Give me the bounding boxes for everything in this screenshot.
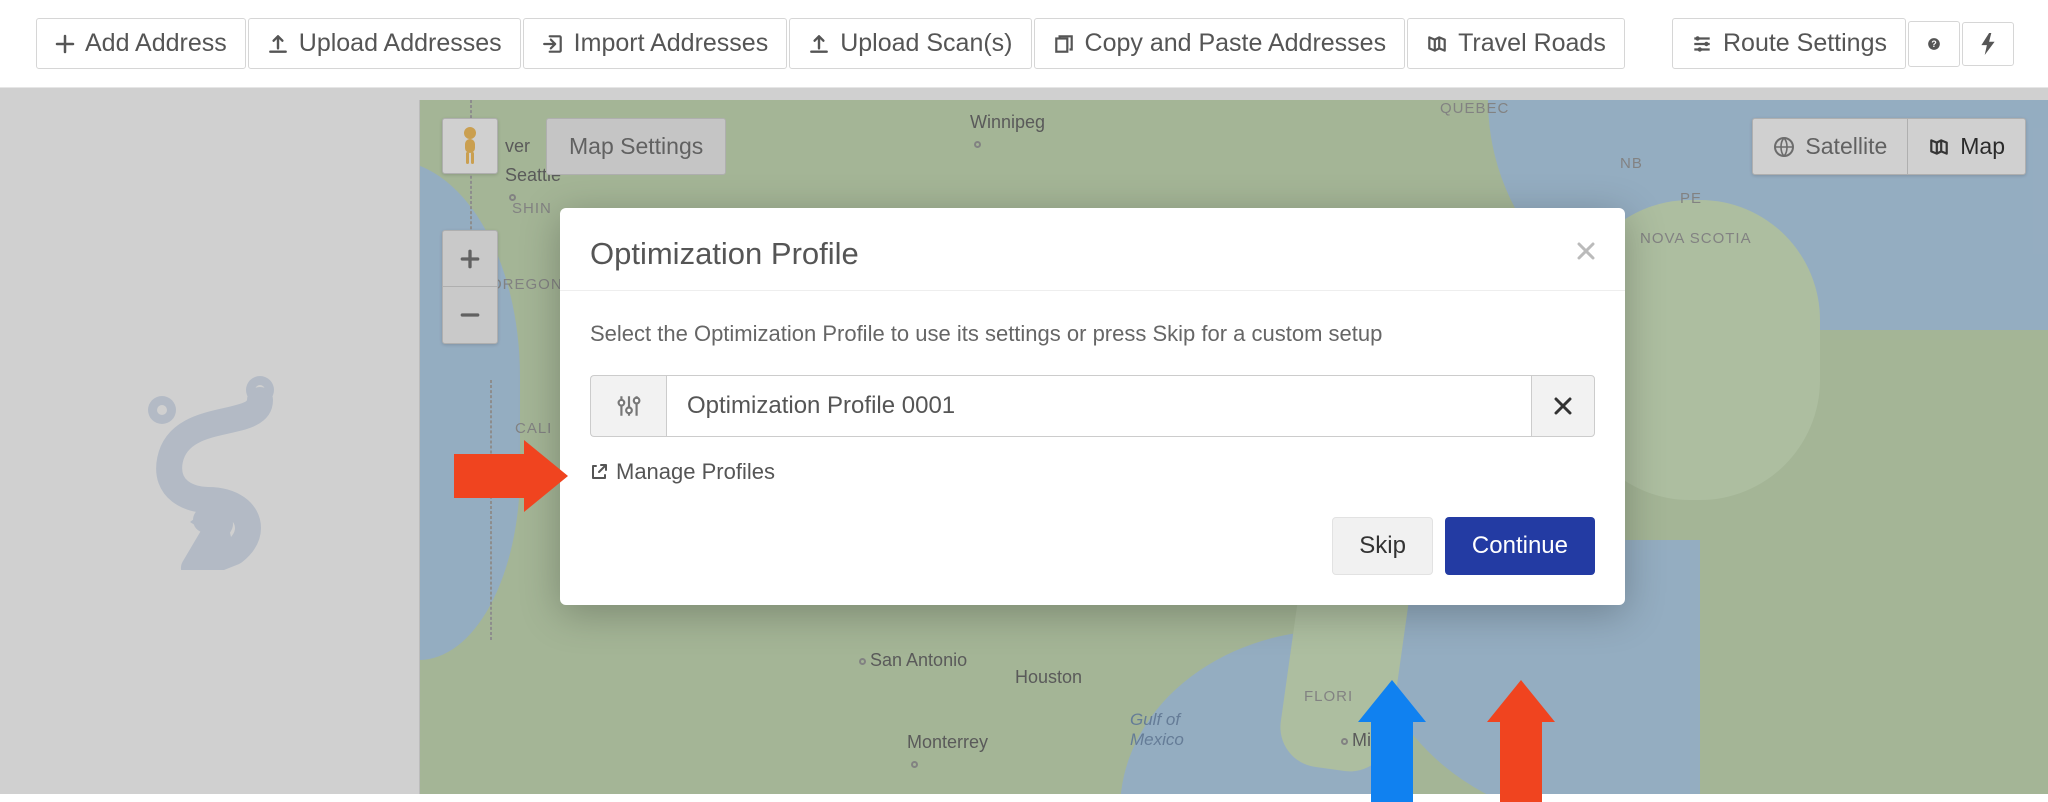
continue-button[interactable]: Continue	[1445, 517, 1595, 575]
modal-close-button[interactable]	[1577, 236, 1595, 267]
modal-title: Optimization Profile	[590, 236, 859, 272]
route-settings-label: Route Settings	[1723, 29, 1887, 58]
close-icon	[1577, 242, 1595, 260]
map-type-switch: Satellite Map	[1752, 118, 2026, 175]
map-button[interactable]: Map	[1907, 119, 2025, 174]
zoom-out-button[interactable]	[443, 287, 497, 343]
help-button[interactable]: ?	[1908, 21, 1960, 67]
globe-icon	[1773, 136, 1795, 158]
upload-icon	[267, 33, 289, 55]
skip-label: Skip	[1359, 532, 1406, 559]
travel-roads-button[interactable]: Travel Roads	[1407, 18, 1625, 69]
map-city-label: Houston	[1015, 667, 1082, 688]
upload-icon	[808, 33, 830, 55]
clear-profile-button[interactable]	[1531, 375, 1595, 437]
route-logo-icon	[120, 370, 290, 576]
manage-profiles-label: Manage Profiles	[616, 459, 775, 485]
upload-addresses-label: Upload Addresses	[299, 29, 502, 58]
pegman-icon	[458, 126, 482, 166]
add-address-button[interactable]: Add Address	[36, 18, 246, 69]
map-icon	[1426, 33, 1448, 55]
external-link-icon	[590, 463, 608, 481]
pegman-button[interactable]	[442, 118, 498, 174]
import-icon	[542, 33, 564, 55]
map-region-label: QUEBEC	[1440, 100, 1509, 117]
annotation-arrow-input	[454, 440, 568, 512]
map-region-label: NOVA SCOTIA	[1640, 230, 1752, 247]
manage-profiles-link[interactable]: Manage Profiles	[590, 459, 775, 485]
upload-scans-label: Upload Scan(s)	[840, 29, 1012, 58]
map-region-label: SHIN	[512, 200, 552, 217]
copy-icon	[1053, 33, 1075, 55]
svg-text:?: ?	[1931, 38, 1936, 48]
annotation-arrow-continue	[1487, 680, 1555, 802]
sliders-icon	[1691, 33, 1713, 55]
close-icon	[1554, 397, 1572, 415]
map-region-label: FLORI	[1304, 688, 1353, 705]
zoom-in-button[interactable]	[443, 231, 497, 287]
map-city-fragment: ver	[505, 136, 530, 157]
sliders-icon	[616, 393, 642, 419]
route-settings-button[interactable]: Route Settings	[1672, 18, 1906, 69]
map-settings-label: Map Settings	[569, 133, 703, 159]
minus-icon	[459, 304, 481, 326]
satellite-label: Satellite	[1805, 133, 1887, 160]
question-circle-icon: ?	[1927, 32, 1941, 56]
upload-scans-button[interactable]: Upload Scan(s)	[789, 18, 1031, 69]
zoom-control	[442, 230, 498, 344]
toolbar: Add Address Upload Addresses Import Addr…	[0, 0, 2048, 88]
map-region-label: PE	[1680, 190, 1702, 207]
upload-addresses-button[interactable]: Upload Addresses	[248, 18, 521, 69]
map-water-label: Gulf of Mexico	[1130, 710, 1184, 750]
lightning-button[interactable]	[1962, 22, 2014, 66]
map-region-label: NB	[1620, 155, 1643, 172]
satellite-button[interactable]: Satellite	[1753, 119, 1907, 174]
copy-paste-button[interactable]: Copy and Paste Addresses	[1034, 18, 1406, 69]
map-icon	[1928, 136, 1950, 158]
map-city-label: Winnipeg	[970, 112, 1045, 154]
import-addresses-label: Import Addresses	[574, 29, 769, 58]
copy-paste-label: Copy and Paste Addresses	[1085, 29, 1387, 58]
plus-icon	[55, 34, 75, 54]
map-city-label: Monterrey	[907, 732, 988, 774]
annotation-arrow-skip	[1358, 680, 1426, 802]
plus-icon	[459, 248, 481, 270]
import-addresses-button[interactable]: Import Addresses	[523, 18, 788, 69]
optimization-profile-input[interactable]	[666, 375, 1531, 437]
add-address-label: Add Address	[85, 29, 227, 58]
map-region-label: OREGON	[490, 276, 563, 293]
map-city-label: San Antonio	[855, 650, 967, 671]
left-panel	[0, 100, 420, 794]
modal-description: Select the Optimization Profile to use i…	[590, 321, 1595, 347]
map-label: Map	[1960, 133, 2005, 160]
profile-icon-box	[590, 375, 666, 437]
map-region-label: CALI	[515, 420, 552, 437]
map-settings-button[interactable]: Map Settings	[546, 118, 726, 175]
continue-label: Continue	[1472, 532, 1568, 559]
lightning-icon	[1981, 33, 1995, 55]
skip-button[interactable]: Skip	[1332, 517, 1433, 575]
travel-roads-label: Travel Roads	[1458, 29, 1606, 58]
optimization-profile-modal: Optimization Profile Select the Optimiza…	[560, 208, 1625, 605]
